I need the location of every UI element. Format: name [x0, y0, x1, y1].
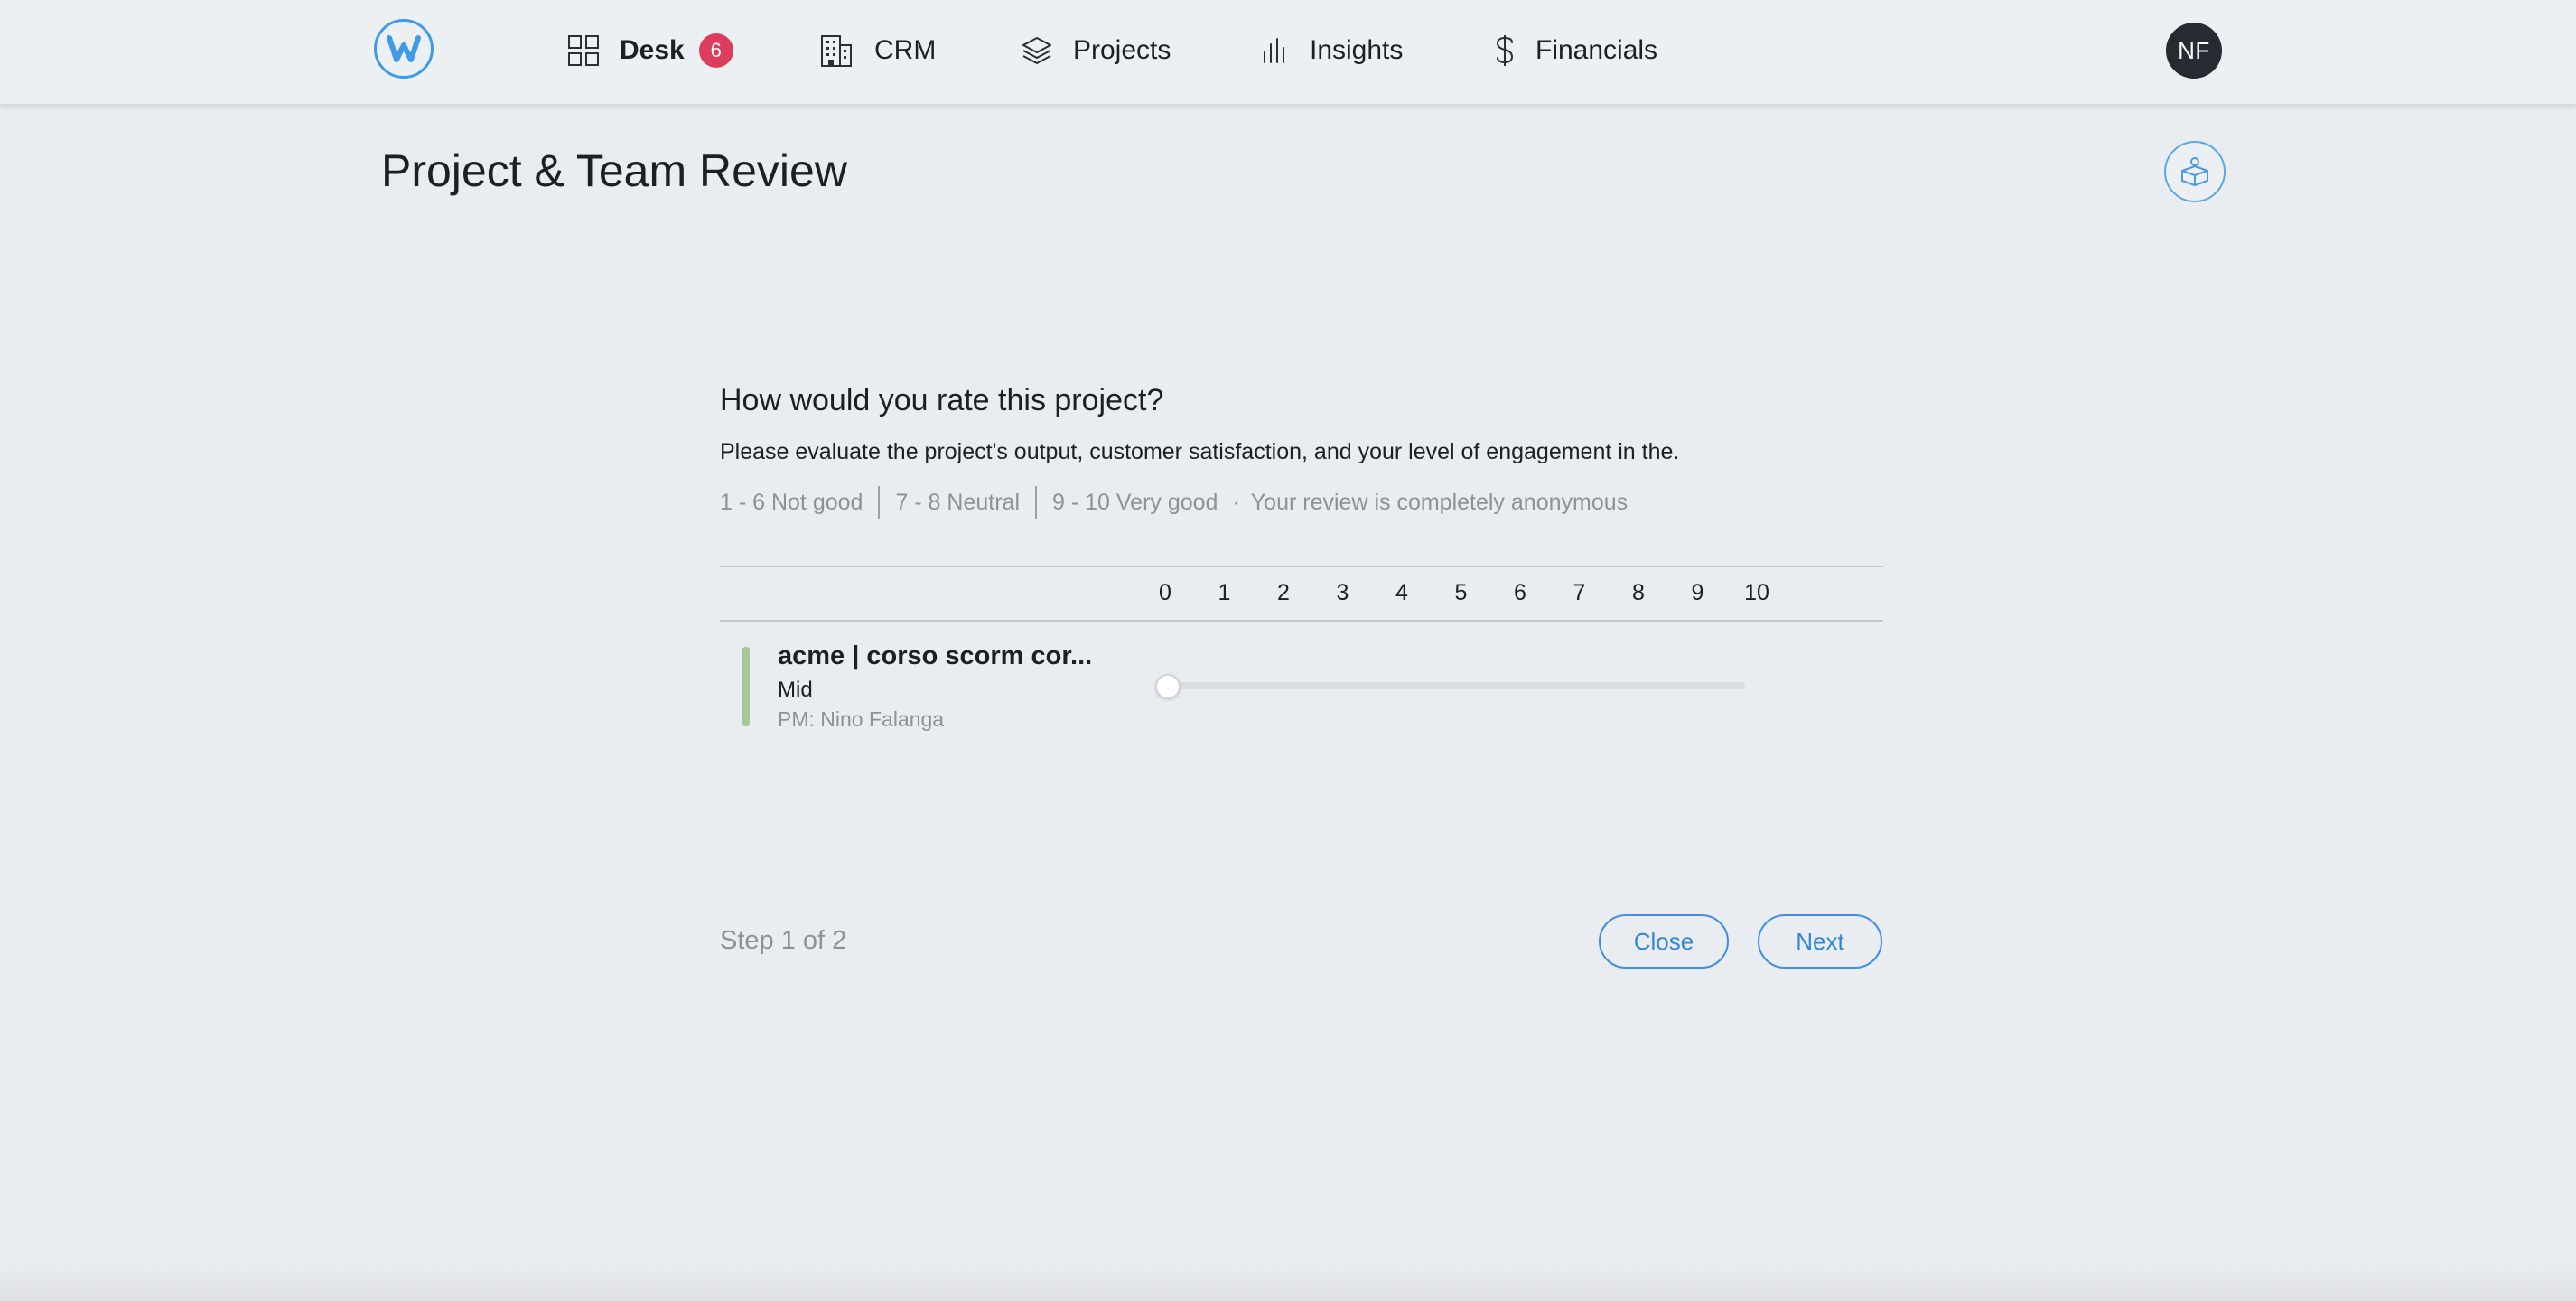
w-logo-icon — [387, 35, 421, 62]
scale-tick-label: 3 — [1336, 580, 1349, 605]
scale-tick-label: 1 — [1218, 580, 1231, 605]
rating-legend: 1 - 6 Not good 7 - 8 Neutral 9 - 10 Very… — [720, 485, 1628, 519]
legend-divider — [878, 486, 881, 519]
legend-dot: · — [1232, 489, 1240, 515]
project-level: Mid — [778, 678, 813, 702]
nav-financials-label: Financials — [1535, 35, 1658, 65]
scale-tick-label: 5 — [1454, 580, 1468, 605]
project-accent-bar — [742, 647, 750, 726]
project-name: acme | corso scorm cor... — [778, 641, 1093, 670]
scale-tick-label: 4 — [1395, 580, 1408, 605]
scale-tick-label: 9 — [1691, 580, 1704, 605]
layers-icon — [1022, 37, 1051, 64]
nav-insights-label: Insights — [1310, 35, 1404, 65]
scale-tick-label: 2 — [1277, 580, 1290, 605]
grid-icon — [568, 35, 599, 66]
next-button[interactable]: Next — [1758, 914, 1882, 969]
legend-divider — [1035, 486, 1037, 519]
legend-very-good: 9 - 10 Very good — [1052, 489, 1218, 515]
page-title: Project & Team Review — [381, 145, 847, 196]
rating-scale-header: 0 1 2 3 4 5 6 7 8 9 10 — [720, 566, 1883, 622]
legend-neutral: 7 - 8 Neutral — [895, 489, 1020, 515]
nav-projects[interactable]: Projects — [1021, 27, 1171, 74]
scale-tick-label: 6 — [1514, 580, 1526, 605]
rating-slider-track[interactable] — [1165, 682, 1745, 689]
rating-slider-thumb[interactable] — [1155, 674, 1181, 699]
nav-financials[interactable]: Financials — [1494, 27, 1657, 74]
nav-insights[interactable]: Insights — [1259, 27, 1403, 74]
nav-crm[interactable]: CRM — [818, 27, 936, 74]
scale-tick-label: 0 — [1159, 580, 1171, 605]
bar-chart-icon — [1264, 38, 1284, 63]
nav-desk-label: Desk — [620, 35, 685, 65]
close-button[interactable]: Close — [1599, 914, 1729, 969]
app-logo[interactable] — [374, 19, 434, 79]
box-action-button[interactable] — [2164, 141, 2226, 202]
dollar-icon — [1496, 35, 1514, 66]
legend-not-good: 1 - 6 Not good — [720, 489, 863, 515]
survey-description: Please evaluate the project's output, cu… — [720, 439, 1680, 464]
project-rating-row: acme | corso scorm cor... Mid PM: Nino F… — [720, 632, 1883, 741]
notification-badge: 6 — [698, 33, 733, 68]
user-avatar[interactable]: NF — [2166, 23, 2222, 79]
bottom-shadow — [0, 1265, 2576, 1301]
top-nav: Desk 6 CRM Projects Insights Financials … — [0, 0, 2576, 105]
anonymity-note: Your review is completely anonymous — [1250, 489, 1629, 515]
box-icon — [2181, 157, 2208, 186]
nav-projects-label: Projects — [1073, 35, 1171, 65]
nav-desk[interactable]: Desk 6 — [567, 27, 733, 74]
nav-crm-label: CRM — [874, 35, 937, 65]
scale-tick-label: 7 — [1573, 580, 1586, 605]
scale-tick-label: 8 — [1632, 580, 1645, 605]
survey-question: How would you rate this project? — [720, 383, 1164, 417]
project-manager: PM: Nino Falanga — [778, 707, 945, 731]
building-icon — [821, 35, 852, 67]
scale-tick-label: 10 — [1744, 580, 1769, 605]
step-indicator: Step 1 of 2 — [720, 926, 847, 955]
